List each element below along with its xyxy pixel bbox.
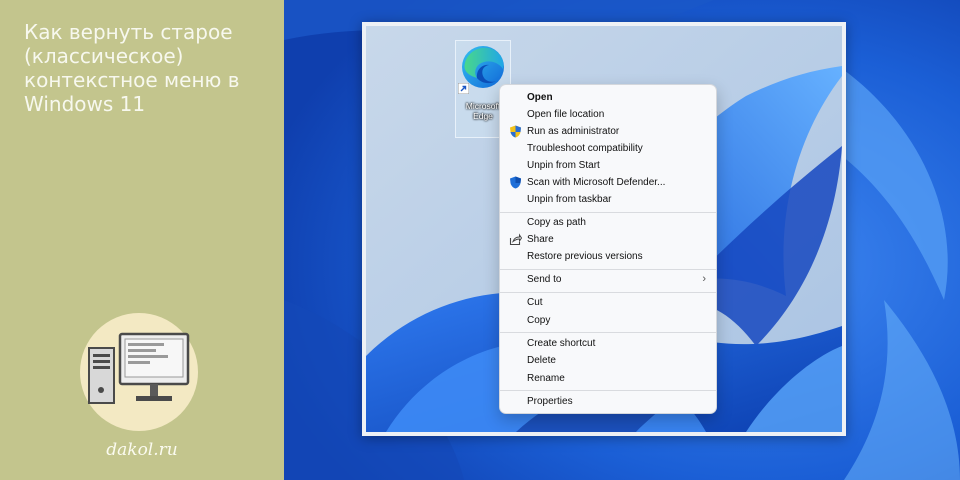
menu-item-label: Unpin from Start xyxy=(527,160,600,171)
menu-item-label: Cut xyxy=(527,297,543,308)
menu-separator xyxy=(500,390,716,391)
menu-item-label: Scan with Microsoft Defender... xyxy=(527,177,666,188)
menu-item-label: Copy xyxy=(527,315,551,326)
menu-item-cut[interactable]: Cut xyxy=(500,294,716,311)
menu-item-share[interactable]: Share xyxy=(500,231,716,248)
uac-shield-icon xyxy=(510,125,521,138)
left-panel: Как вернуть старое (классическое) контек… xyxy=(0,0,284,480)
menu-item-label: Delete xyxy=(527,355,556,366)
computer-icon xyxy=(88,332,190,404)
menu-item-label: Restore previous versions xyxy=(527,251,643,262)
menu-item-troubleshoot-compatibility[interactable]: Troubleshoot compatibility xyxy=(500,140,716,157)
menu-item-copy[interactable]: Copy xyxy=(500,312,716,329)
menu-item-label: Share xyxy=(527,234,554,245)
menu-item-label: Unpin from taskbar xyxy=(527,194,612,205)
menu-item-label: Open xyxy=(527,92,553,103)
menu-item-label: Troubleshoot compatibility xyxy=(527,143,643,154)
menu-item-open[interactable]: Open xyxy=(500,89,716,106)
menu-item-run-as-administrator[interactable]: Run as administrator xyxy=(500,123,716,140)
menu-item-label: Copy as path xyxy=(527,217,586,228)
menu-item-send-to[interactable]: Send to › xyxy=(500,271,716,288)
menu-separator xyxy=(500,332,716,333)
menu-item-label: Rename xyxy=(527,373,565,384)
menu-item-unpin-from-taskbar[interactable]: Unpin from taskbar xyxy=(500,191,716,208)
chevron-right-icon: › xyxy=(702,273,706,285)
menu-item-delete[interactable]: Delete xyxy=(500,352,716,369)
menu-item-create-shortcut[interactable]: Create shortcut xyxy=(500,335,716,352)
menu-item-restore-previous-versions[interactable]: Restore previous versions xyxy=(500,248,716,265)
article-title: Как вернуть старое (классическое) контек… xyxy=(24,20,240,116)
site-watermark: dakol.ru xyxy=(106,440,178,460)
menu-item-label: Run as administrator xyxy=(527,126,620,137)
menu-separator xyxy=(500,269,716,270)
menu-item-unpin-from-start[interactable]: Unpin from Start xyxy=(500,157,716,174)
menu-item-open-file-location[interactable]: Open file location xyxy=(500,106,716,123)
menu-item-rename[interactable]: Rename xyxy=(500,370,716,387)
menu-item-label: Create shortcut xyxy=(527,338,596,349)
menu-item-copy-as-path[interactable]: Copy as path xyxy=(500,214,716,231)
share-icon xyxy=(509,233,522,246)
defender-shield-icon xyxy=(510,176,521,189)
menu-item-label: Open file location xyxy=(527,109,605,120)
shortcut-arrow-icon xyxy=(458,83,469,94)
menu-separator xyxy=(500,292,716,293)
menu-item-scan-with-defender[interactable]: Scan with Microsoft Defender... xyxy=(500,174,716,191)
menu-item-properties[interactable]: Properties xyxy=(500,393,716,410)
menu-item-label: Send to xyxy=(527,274,562,285)
menu-item-label: Properties xyxy=(527,396,573,407)
context-menu: Open Open file location Run as administr… xyxy=(499,84,717,414)
menu-separator xyxy=(500,212,716,213)
